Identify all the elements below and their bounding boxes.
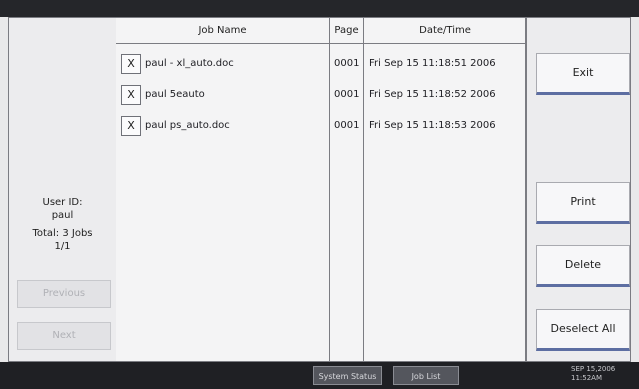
job-page: 0001 xyxy=(334,58,360,69)
user-info-pane: User ID: paul Total: 3 Jobs 1/1 Previous… xyxy=(9,18,117,361)
next-button[interactable]: Next xyxy=(17,322,111,350)
system-status-button[interactable]: System Status xyxy=(313,366,382,385)
clock-time: 11:52AM xyxy=(571,374,603,382)
status-bar: System Status Job List SEP 15,2006 11:52… xyxy=(0,362,639,389)
select-checkbox[interactable]: X xyxy=(121,85,141,105)
print-button[interactable]: Print xyxy=(536,182,630,224)
print-job-panel: User ID: paul Total: 3 Jobs 1/1 Previous… xyxy=(8,17,631,362)
total-jobs: Total: 3 Jobs xyxy=(32,228,93,239)
page-indicator: 1/1 xyxy=(54,241,71,252)
job-name: paul - xl_auto.doc xyxy=(145,58,234,69)
job-date: Fri Sep 15 11:18:51 2006 xyxy=(369,58,496,69)
top-bar xyxy=(0,0,639,17)
action-pane: Exit Print Delete Deselect All xyxy=(526,18,631,361)
column-header-page: Page xyxy=(330,18,363,44)
exit-button[interactable]: Exit xyxy=(536,53,630,95)
job-name: paul ps_auto.doc xyxy=(145,120,230,131)
column-header-date-time: Date/Time xyxy=(364,18,526,44)
job-list-button[interactable]: Job List xyxy=(393,366,459,385)
job-page: 0001 xyxy=(334,89,360,100)
delete-button[interactable]: Delete xyxy=(536,245,630,287)
user-id-label: User ID: xyxy=(42,197,83,208)
job-date: Fri Sep 15 11:18:52 2006 xyxy=(369,89,496,100)
job-name: paul 5eauto xyxy=(145,89,205,100)
job-date: Fri Sep 15 11:18:53 2006 xyxy=(369,120,496,131)
clock-date: SEP 15,2006 xyxy=(571,365,616,373)
clock: SEP 15,2006 11:52AM xyxy=(571,365,635,383)
column-header-job-name: Job Name xyxy=(116,18,329,44)
table-row[interactable]: X paul - xl_auto.doc 0001 Fri Sep 15 11:… xyxy=(116,53,526,77)
job-page: 0001 xyxy=(334,120,360,131)
previous-button[interactable]: Previous xyxy=(17,280,111,308)
job-list: Job Name Page Date/Time X paul - xl_auto… xyxy=(116,18,526,361)
select-checkbox[interactable]: X xyxy=(121,116,141,136)
table-row[interactable]: X paul ps_auto.doc 0001 Fri Sep 15 11:18… xyxy=(116,115,526,139)
deselect-all-button[interactable]: Deselect All xyxy=(536,309,630,351)
user-id-value: paul xyxy=(51,210,74,221)
select-checkbox[interactable]: X xyxy=(121,54,141,74)
table-row[interactable]: X paul 5eauto 0001 Fri Sep 15 11:18:52 2… xyxy=(116,84,526,108)
